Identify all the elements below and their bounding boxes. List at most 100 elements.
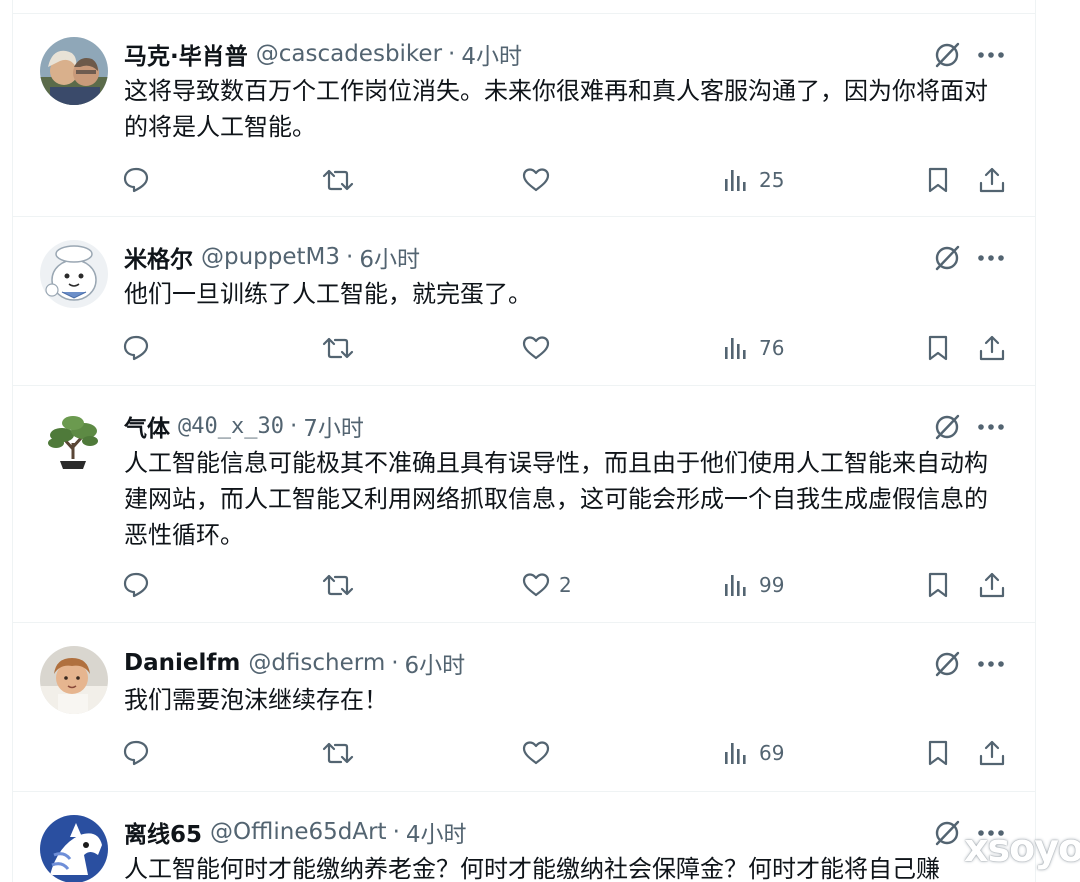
user-handle[interactable]: @cascadesbiker <box>256 41 442 67</box>
timestamp[interactable]: 6小时 <box>359 240 420 274</box>
view-count: 69 <box>759 741 785 765</box>
views-chart-icon <box>725 170 746 191</box>
reply-button[interactable] <box>121 328 151 368</box>
heart-icon <box>522 573 550 597</box>
retweet-icon <box>322 574 354 596</box>
grok-icon[interactable] <box>931 242 963 274</box>
user-handle[interactable]: @40_x_30 <box>178 414 284 439</box>
grok-icon[interactable] <box>931 648 963 680</box>
action-bar: 2 99 <box>121 565 1021 605</box>
tweet[interactable]: 气体 @40_x_30 · 7小时 人工智能信息可能极其不准确且具有误导性，而且… <box>13 387 1035 623</box>
display-name[interactable]: Danielfm <box>124 650 240 676</box>
retweet-button[interactable] <box>321 565 355 605</box>
avatar[interactable] <box>40 646 108 714</box>
reply-button[interactable] <box>121 565 151 605</box>
tweet-text: 人工智能信息可能极其不准确且具有误导性，而且由于他们使用人工智能来自动构建网站，… <box>124 449 988 549</box>
share-button[interactable] <box>977 160 1007 200</box>
timestamp[interactable]: 4小时 <box>406 815 467 849</box>
share-icon <box>979 335 1005 361</box>
retweet-icon <box>322 169 354 191</box>
user-handle[interactable]: @dfischerm <box>248 650 385 676</box>
share-icon <box>979 740 1005 766</box>
bookmark-button[interactable] <box>923 160 953 200</box>
share-icon <box>979 167 1005 193</box>
views-button[interactable]: 25 <box>721 160 784 200</box>
tweet-text: 他们一旦训练了人工智能，就完蛋了。 <box>124 280 532 308</box>
tweet-text: 我们需要泡沫继续存在！ <box>124 686 388 714</box>
like-button[interactable]: 2 <box>521 565 572 605</box>
like-button[interactable] <box>521 160 559 200</box>
separator: · <box>289 413 298 439</box>
bookmark-icon <box>928 167 948 193</box>
grok-icon[interactable] <box>931 411 963 443</box>
more-dots-icon[interactable] <box>975 242 1007 274</box>
more-dots-icon[interactable] <box>975 411 1007 443</box>
like-button[interactable] <box>521 328 559 368</box>
separator: · <box>391 650 399 676</box>
timestamp[interactable]: 6小时 <box>405 646 466 680</box>
user-handle[interactable]: @Offline65dArt <box>210 819 387 845</box>
avatar[interactable] <box>40 240 108 308</box>
display-name[interactable]: 离线65 <box>124 815 202 849</box>
display-name[interactable]: 米格尔 <box>124 240 193 274</box>
views-button[interactable]: 99 <box>721 565 784 605</box>
reply-icon <box>123 335 149 361</box>
views-chart-icon <box>725 575 746 596</box>
action-bar: 76 <box>121 328 1021 368</box>
more-dots-icon[interactable] <box>975 648 1007 680</box>
tweet[interactable]: Danielfm @dfischerm · 6小时 我们需要泡沫继续存在！ 69 <box>13 624 1035 792</box>
separator: · <box>392 819 400 845</box>
tweet-text: 人工智能何时才能缴纳养老金？何时才能缴纳社会保障金？何时才能将自己赚 <box>124 855 940 882</box>
view-count: 25 <box>759 168 785 192</box>
share-button[interactable] <box>977 565 1007 605</box>
timestamp[interactable]: 4小时 <box>461 37 522 71</box>
separator: · <box>346 244 354 270</box>
user-handle[interactable]: @puppetM3 <box>201 244 340 270</box>
avatar[interactable] <box>40 815 108 882</box>
views-chart-icon <box>725 338 746 359</box>
reply-button[interactable] <box>121 733 151 773</box>
tweet[interactable]: 马克·毕肖普 @cascadesbiker · 4小时 这将导致数百万个工作岗位… <box>13 15 1035 217</box>
previous-tweet-edge <box>13 0 1035 14</box>
bookmark-icon <box>928 740 948 766</box>
reply-button[interactable] <box>121 160 151 200</box>
avatar[interactable] <box>40 37 108 105</box>
views-button[interactable]: 76 <box>721 328 784 368</box>
separator: · <box>448 41 456 67</box>
retweet-button[interactable] <box>321 328 355 368</box>
heart-icon <box>522 336 550 360</box>
reply-icon <box>123 572 149 598</box>
share-button[interactable] <box>977 328 1007 368</box>
view-count: 76 <box>759 336 785 360</box>
grok-icon[interactable] <box>931 39 963 71</box>
retweet-icon <box>322 337 354 359</box>
action-bar: 25 <box>121 160 1021 200</box>
like-count: 2 <box>559 573 572 597</box>
grok-icon[interactable] <box>931 817 963 849</box>
share-button[interactable] <box>977 733 1007 773</box>
views-button[interactable]: 69 <box>721 733 784 773</box>
views-chart-icon <box>725 743 746 764</box>
display-name[interactable]: 气体 <box>124 409 170 443</box>
bookmark-button[interactable] <box>923 733 953 773</box>
tweet-text: 这将导致数百万个工作岗位消失。未来你很难再和真人客服沟通了，因为你将面对的将是人… <box>124 77 988 141</box>
retweet-button[interactable] <box>321 733 355 773</box>
timestamp[interactable]: 7小时 <box>303 409 364 443</box>
like-button[interactable] <box>521 733 559 773</box>
display-name[interactable]: 马克·毕肖普 <box>124 37 248 71</box>
more-dots-icon[interactable] <box>975 39 1007 71</box>
tweet[interactable]: 米格尔 @puppetM3 · 6小时 他们一旦训练了人工智能，就完蛋了。 76 <box>13 218 1035 386</box>
view-count: 99 <box>759 573 785 597</box>
retweet-button[interactable] <box>321 160 355 200</box>
bookmark-icon <box>928 335 948 361</box>
retweet-icon <box>322 742 354 764</box>
tweet[interactable]: 离线65 @Offline65dArt · 4小时 人工智能何时才能缴纳养老金？… <box>13 793 1035 882</box>
reply-feed: 马克·毕肖普 @cascadesbiker · 4小时 这将导致数百万个工作岗位… <box>12 0 1036 882</box>
reply-icon <box>123 167 149 193</box>
avatar[interactable] <box>40 409 108 477</box>
bookmark-button[interactable] <box>923 328 953 368</box>
heart-icon <box>522 168 550 192</box>
bookmark-button[interactable] <box>923 565 953 605</box>
heart-icon <box>522 741 550 765</box>
share-icon <box>979 572 1005 598</box>
